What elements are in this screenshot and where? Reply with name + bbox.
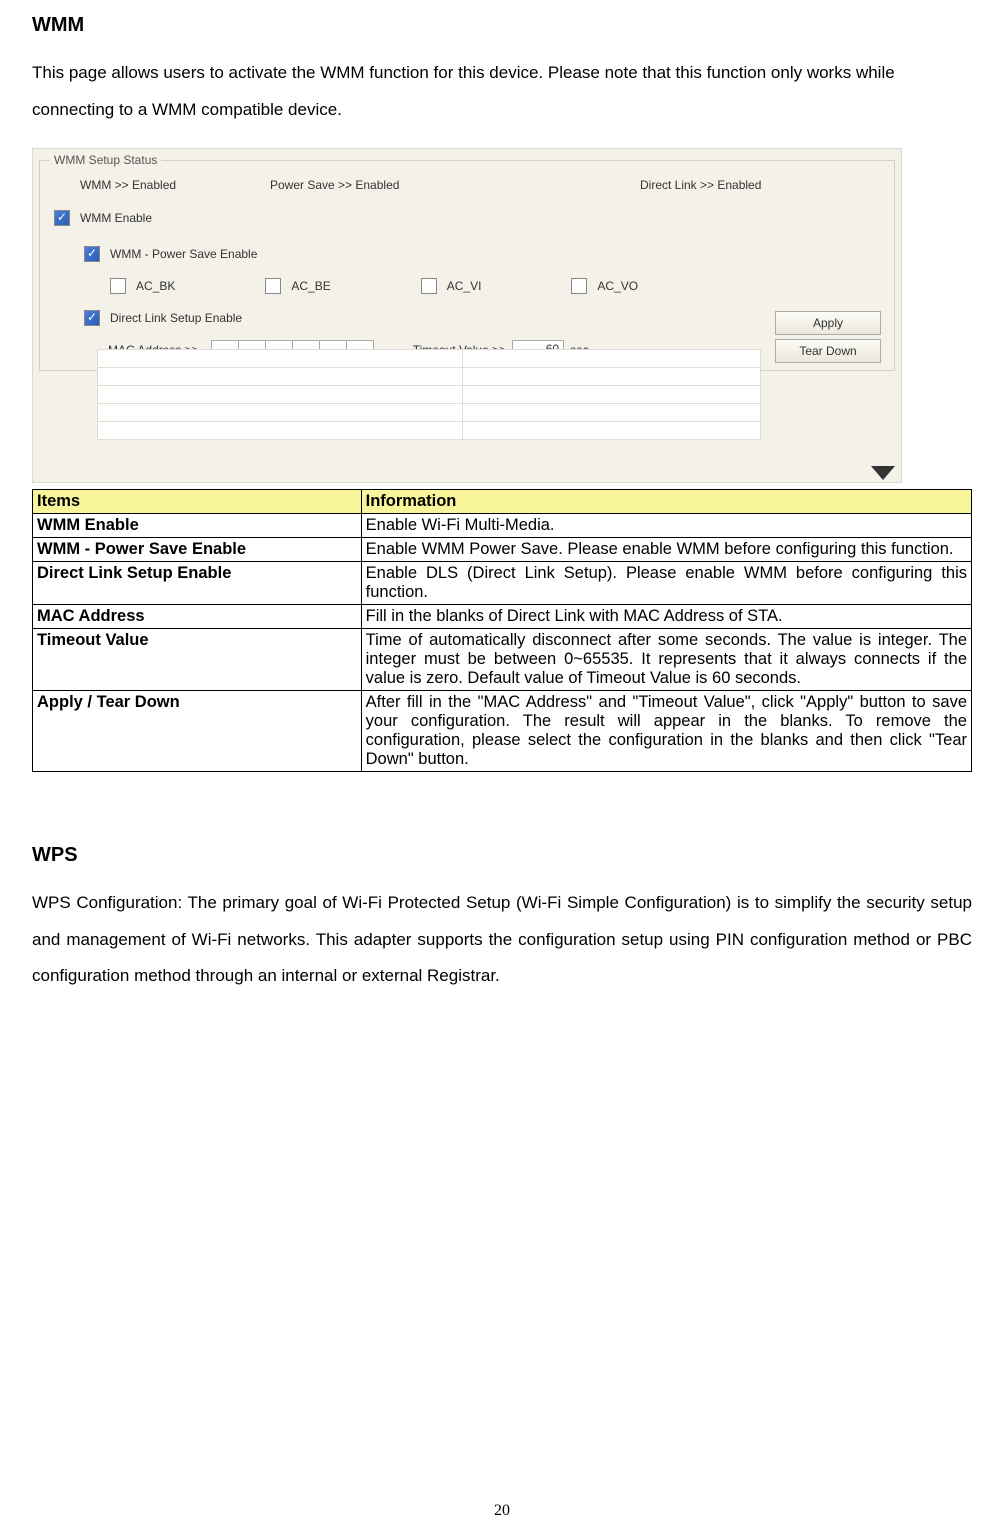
table-row: WMM - Power Save Enable Enable WMM Power…: [33, 538, 972, 562]
page-number: 20: [0, 1502, 1004, 1520]
button-column: Apply Tear Down: [775, 311, 881, 363]
list-cell[interactable]: [98, 368, 463, 386]
label-ac-vi: AC_VI: [447, 279, 482, 293]
chevron-down-icon[interactable]: [871, 466, 895, 480]
label-ac-be: AC_BE: [291, 279, 330, 293]
wmm-setup-group: WMM Setup Status WMM >> Enabled Power Sa…: [39, 153, 895, 371]
checkbox-wmm-enable[interactable]: [54, 210, 70, 226]
item-cell: Apply / Tear Down: [33, 691, 362, 772]
group-legend: WMM Setup Status: [50, 153, 161, 167]
label-dls-enable: Direct Link Setup Enable: [110, 311, 242, 325]
row-dls-enable: Direct Link Setup Enable: [84, 310, 884, 326]
table-row: Apply / Tear Down After fill in the "MAC…: [33, 691, 972, 772]
table-row: MAC Address Fill in the blanks of Direct…: [33, 605, 972, 629]
row-wmm-ps-enable: WMM - Power Save Enable: [84, 246, 884, 262]
info-cell: Enable DLS (Direct Link Setup). Please e…: [361, 562, 971, 605]
intro-wmm: This page allows users to activate the W…: [32, 55, 972, 128]
list-cell[interactable]: [462, 368, 760, 386]
status-directlink: Direct Link >> Enabled: [640, 178, 884, 192]
info-cell: Enable Wi-Fi Multi-Media.: [361, 514, 971, 538]
checkbox-ac-be[interactable]: [265, 278, 281, 294]
info-cell: After fill in the "MAC Address" and "Tim…: [361, 691, 971, 772]
list-cell[interactable]: [98, 350, 463, 368]
item-cell: WMM - Power Save Enable: [33, 538, 362, 562]
list-cell[interactable]: [462, 350, 760, 368]
intro-wps: WPS Configuration: The primary goal of W…: [32, 885, 972, 995]
list-cell[interactable]: [462, 404, 760, 422]
header-items: Items: [33, 490, 362, 514]
heading-wmm: WMM: [32, 14, 972, 37]
label-ac-bk: AC_BK: [136, 279, 175, 293]
info-table: Items Information WMM Enable Enable Wi-F…: [32, 489, 972, 772]
apply-button[interactable]: Apply: [775, 311, 881, 335]
checkbox-dls-enable[interactable]: [84, 310, 100, 326]
table-row: Direct Link Setup Enable Enable DLS (Dir…: [33, 562, 972, 605]
list-cell[interactable]: [98, 404, 463, 422]
row-wmm-enable: WMM Enable: [54, 210, 884, 226]
label-wmm-ps-enable: WMM - Power Save Enable: [110, 247, 257, 261]
table-row: WMM Enable Enable Wi-Fi Multi-Media.: [33, 514, 972, 538]
status-powersave: Power Save >> Enabled: [270, 178, 640, 192]
info-cell: Time of automatically disconnect after s…: [361, 629, 971, 691]
status-wmm: WMM >> Enabled: [80, 178, 270, 192]
item-cell: MAC Address: [33, 605, 362, 629]
info-cell: Fill in the blanks of Direct Link with M…: [361, 605, 971, 629]
list-cell[interactable]: [98, 386, 463, 404]
dls-list: [97, 349, 761, 440]
wmm-setup-panel: WMM Setup Status WMM >> Enabled Power Sa…: [32, 148, 902, 483]
checkbox-ac-vi[interactable]: [421, 278, 437, 294]
item-cell: Timeout Value: [33, 629, 362, 691]
status-row: WMM >> Enabled Power Save >> Enabled Dir…: [50, 178, 884, 192]
info-cell: Enable WMM Power Save. Please enable WMM…: [361, 538, 971, 562]
checkbox-ac-bk[interactable]: [110, 278, 126, 294]
item-cell: Direct Link Setup Enable: [33, 562, 362, 605]
list-cell[interactable]: [98, 422, 463, 440]
table-row: Timeout Value Time of automatically disc…: [33, 629, 972, 691]
heading-wps: WPS: [32, 844, 972, 867]
label-ac-vo: AC_VO: [597, 279, 638, 293]
item-cell: WMM Enable: [33, 514, 362, 538]
row-ac-options: AC_BK AC_BE AC_VI AC_VO: [110, 278, 884, 294]
checkbox-wmm-ps-enable[interactable]: [84, 246, 100, 262]
header-information: Information: [361, 490, 971, 514]
list-cell[interactable]: [462, 386, 760, 404]
label-wmm-enable: WMM Enable: [80, 211, 152, 225]
checkbox-ac-vo[interactable]: [571, 278, 587, 294]
list-cell[interactable]: [462, 422, 760, 440]
teardown-button[interactable]: Tear Down: [775, 339, 881, 363]
